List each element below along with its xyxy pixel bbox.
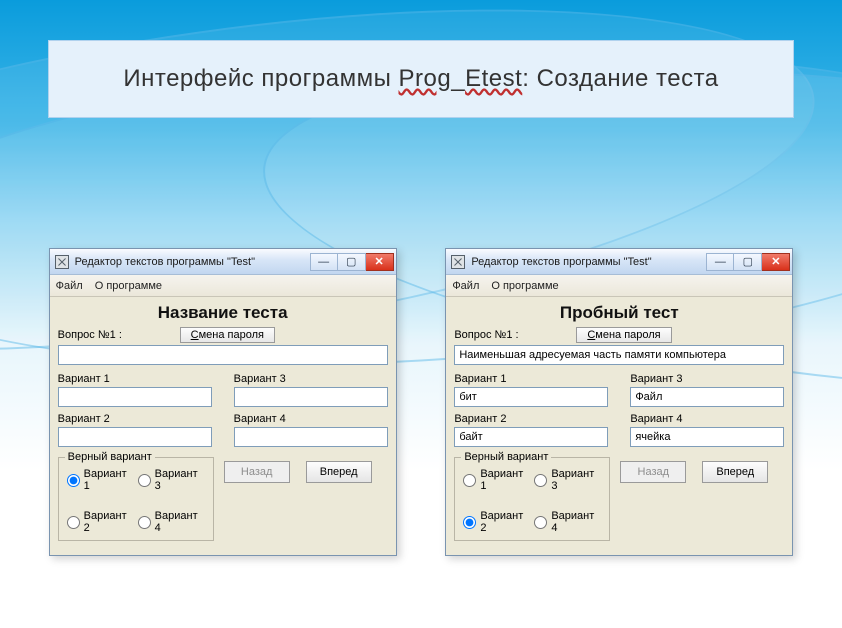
minimize-button[interactable]: —	[706, 253, 734, 271]
variant1-label: Вариант 1	[58, 373, 212, 385]
maximize-button[interactable]: ▢	[734, 253, 762, 271]
variant2-label: Вариант 2	[454, 413, 608, 425]
variant4-input[interactable]	[630, 427, 784, 447]
variant3-label: Вариант 3	[630, 373, 784, 385]
radio-variant4[interactable]: Вариант 4	[534, 510, 601, 534]
test-title: Пробный тест	[454, 303, 784, 323]
forward-button[interactable]: Вперед	[702, 461, 768, 483]
editor-window-blank: Редактор текстов программы "Test" — ▢ ✕ …	[49, 248, 397, 556]
minimize-icon: —	[715, 256, 726, 268]
maximize-icon: ▢	[346, 255, 356, 268]
radio-variant2[interactable]: Вариант 2	[67, 510, 134, 534]
menu-file[interactable]: Файл	[452, 280, 479, 292]
back-button[interactable]: Назад	[224, 461, 290, 483]
slide-title-suffix: : Создание теста	[522, 65, 718, 92]
slide-title: Интерфейс программы Prog_Etest: Создание…	[123, 65, 718, 93]
close-icon: ✕	[771, 255, 780, 268]
close-button[interactable]: ✕	[366, 253, 394, 271]
correct-variant-legend: Верный вариант	[65, 451, 155, 463]
menubar: Файл О программе	[446, 275, 792, 297]
variant2-input[interactable]	[454, 427, 608, 447]
variant3-label: Вариант 3	[234, 373, 388, 385]
menu-about[interactable]: О программе	[95, 280, 162, 292]
radio-variant1[interactable]: Вариант 1	[463, 468, 530, 492]
variant3-input[interactable]	[630, 387, 784, 407]
variant1-input[interactable]	[454, 387, 608, 407]
window-title: Редактор текстов программы "Test"	[75, 256, 304, 268]
variant3-input[interactable]	[234, 387, 388, 407]
question-input[interactable]	[454, 345, 784, 365]
slide-title-app1: Prog	[399, 65, 452, 92]
variant4-input[interactable]	[234, 427, 388, 447]
slide-title-sep: _	[451, 65, 465, 92]
slide-title-box: Интерфейс программы Prog_Etest: Создание…	[48, 40, 794, 118]
variant4-label: Вариант 4	[630, 413, 784, 425]
correct-variant-group: Верный вариант Вариант 1 Вариант 3 Вариа…	[454, 457, 610, 541]
back-button[interactable]: Назад	[620, 461, 686, 483]
variant2-label: Вариант 2	[58, 413, 212, 425]
radio-variant3[interactable]: Вариант 3	[138, 468, 205, 492]
correct-variant-group: Верный вариант Вариант 1 Вариант 3 Вариа…	[58, 457, 214, 541]
titlebar[interactable]: Редактор текстов программы "Test" — ▢ ✕	[50, 249, 396, 275]
question-number-label: Вопрос №1 :	[454, 329, 554, 341]
radio-variant4[interactable]: Вариант 4	[138, 510, 205, 534]
maximize-button[interactable]: ▢	[338, 253, 366, 271]
correct-variant-legend: Верный вариант	[461, 451, 551, 463]
slide-title-app2: Etest	[465, 65, 522, 92]
variant2-input[interactable]	[58, 427, 212, 447]
menu-file[interactable]: Файл	[56, 280, 83, 292]
menu-about[interactable]: О программе	[491, 280, 558, 292]
titlebar[interactable]: Редактор текстов программы "Test" — ▢ ✕	[446, 249, 792, 275]
variant1-input[interactable]	[58, 387, 212, 407]
test-title: Название теста	[58, 303, 388, 323]
question-input[interactable]	[58, 345, 388, 365]
change-password-button[interactable]: Смена пароля	[576, 327, 671, 343]
close-button[interactable]: ✕	[762, 253, 790, 271]
app-icon	[451, 255, 465, 269]
editor-window-filled: Редактор текстов программы "Test" — ▢ ✕ …	[445, 248, 793, 556]
radio-variant2[interactable]: Вариант 2	[463, 510, 530, 534]
window-title: Редактор текстов программы "Test"	[471, 256, 700, 268]
maximize-icon: ▢	[743, 255, 753, 268]
radio-variant3[interactable]: Вариант 3	[534, 468, 601, 492]
change-password-button[interactable]: Смена пароля	[180, 327, 275, 343]
variant1-label: Вариант 1	[454, 373, 608, 385]
slide-title-prefix: Интерфейс программы	[123, 65, 398, 92]
minimize-button[interactable]: —	[310, 253, 338, 271]
close-icon: ✕	[375, 255, 384, 268]
forward-button[interactable]: Вперед	[306, 461, 372, 483]
minimize-icon: —	[318, 256, 329, 268]
menubar: Файл О программе	[50, 275, 396, 297]
question-number-label: Вопрос №1 :	[58, 329, 158, 341]
app-icon	[55, 255, 69, 269]
variant4-label: Вариант 4	[234, 413, 388, 425]
radio-variant1[interactable]: Вариант 1	[67, 468, 134, 492]
